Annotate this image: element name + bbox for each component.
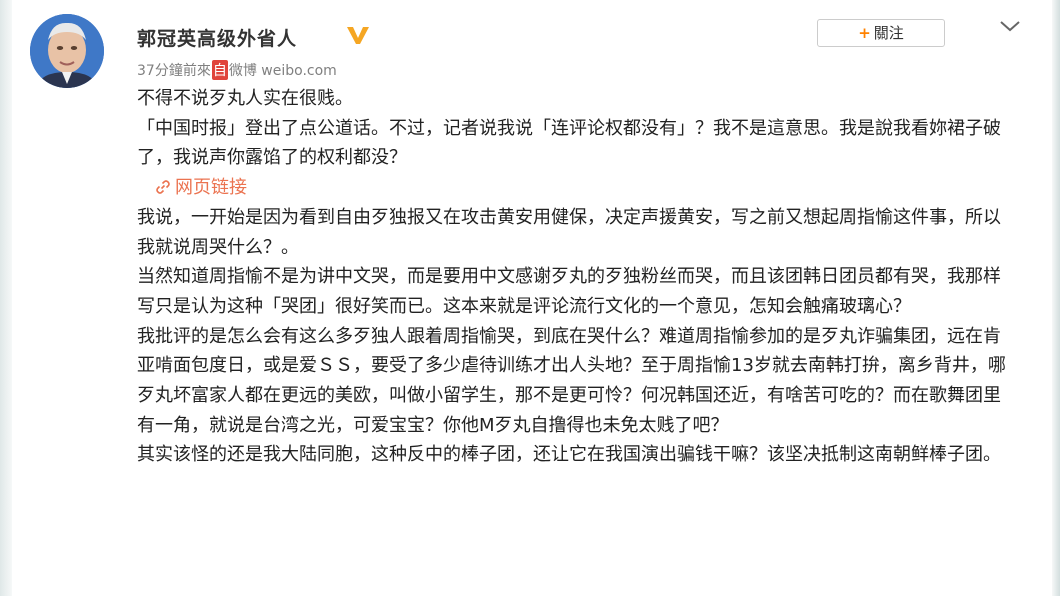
follow-button[interactable]: + 關注	[817, 19, 945, 47]
right-edge-shadow	[1052, 0, 1060, 596]
avatar[interactable]	[30, 14, 104, 88]
link-row: 网页链接	[137, 173, 1007, 203]
left-edge-shadow	[0, 0, 12, 596]
post-paragraph-6: 其实该怪的还是我大陆同胞，这种反中的棒子团，还让它在我国演出骗钱干嘛？该坚决抵制…	[137, 444, 1001, 466]
post-paragraph-3: 我说，一开始是因为看到自由歹独报又在攻击黄安用健保，决定声援黄安，写之前又想起周…	[137, 206, 1001, 258]
post-meta: 37分鐘前來自微博 weibo.com	[137, 60, 337, 80]
link-icon	[156, 180, 170, 194]
plus-icon: +	[858, 24, 871, 42]
source-app[interactable]: 微博	[229, 63, 257, 79]
username[interactable]: 郭冠英高级外省人	[137, 24, 297, 51]
post-paragraph-1: 不得不说歹丸人实在很贱。	[137, 88, 353, 109]
source-domain: weibo.com	[261, 63, 337, 79]
verified-v-icon	[347, 27, 369, 44]
post-paragraph-4: 当然知道周指愉不是为讲中文哭，而是要用中文感谢歹丸的歹独粉丝而哭，而且该团韩日团…	[137, 266, 1001, 317]
via-label: 來	[196, 63, 211, 79]
source-mark: 自	[211, 60, 228, 80]
follow-label: 關注	[873, 24, 904, 42]
chevron-down-icon[interactable]	[998, 16, 1022, 36]
web-link[interactable]: 网页链接	[155, 177, 247, 198]
post-paragraph-5: 我批评的是怎么会有这么多歹独人跟着周指愉哭，到底在哭什么？难道周指愉参加的是歹丸…	[137, 325, 1006, 436]
post-body: 不得不说歹丸人实在很贱。 「中国时报」登出了点公道话。不过，记者说我说「连评论权…	[137, 84, 1007, 470]
post-paragraph-2: 「中国时报」登出了点公道话。不过，记者说我说「连评论权都没有」？我不是這意思。我…	[137, 117, 1001, 169]
post-time[interactable]: 37分鐘前	[137, 63, 197, 79]
web-link-label: 网页链接	[175, 177, 247, 199]
